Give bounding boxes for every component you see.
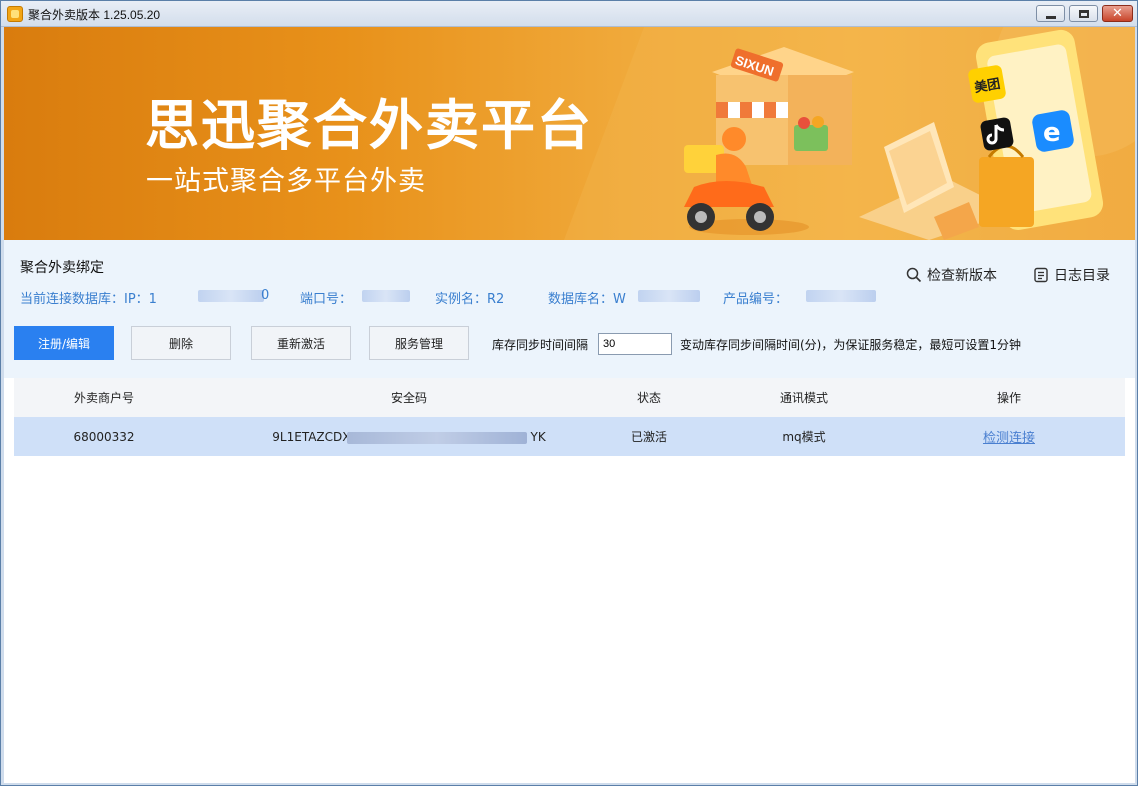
redacted-port bbox=[362, 290, 410, 302]
header-merchant-id: 外卖商户号 bbox=[73, 391, 134, 405]
table-row[interactable]: 68000332 9L1ETAZCDX YK 已激活 mq模式 检测连接 bbox=[14, 417, 1125, 456]
service-manage-button[interactable]: 服务管理 bbox=[369, 326, 469, 360]
search-icon bbox=[906, 267, 922, 283]
close-button[interactable]: ✕ bbox=[1102, 5, 1133, 22]
eleme-app-icon: e bbox=[1032, 110, 1074, 152]
meituan-app-icon: 美团 bbox=[968, 65, 1006, 103]
register-edit-button[interactable]: 注册/编辑 bbox=[14, 326, 114, 360]
window-title: 聚合外卖版本 1.25.05.20 bbox=[28, 8, 161, 22]
check-update-link[interactable]: 检查新版本 bbox=[906, 265, 997, 285]
merchant-table: 外卖商户号 安全码 状态 通讯模式 操作 68000332 9L1ETAZCDX… bbox=[4, 378, 1135, 783]
header-actions: 操作 bbox=[996, 391, 1021, 405]
app-logo-icon bbox=[7, 6, 23, 22]
banner-title: 思迅聚合外卖平台 bbox=[145, 94, 593, 157]
binding-panel: 聚合外卖绑定 检查新版本 日志目录 当前连接数据库：IP：1 0 端口号： 实例… bbox=[4, 240, 1135, 378]
redacted-ip bbox=[198, 290, 264, 302]
sync-interval-hint: 变动库存同步间隔时间(分)，为保证服务稳定，最短可设置1分钟 bbox=[680, 338, 1022, 352]
reactivate-button[interactable]: 重新激活 bbox=[251, 326, 351, 360]
product-code-label: 产品编号： bbox=[723, 292, 789, 307]
status-cell: 已激活 bbox=[630, 430, 667, 444]
database-name-label: 数据库名：W bbox=[548, 292, 626, 307]
security-code-tail: YK bbox=[530, 429, 546, 444]
hero-banner: SIXUN 美团 e 思迅聚合外卖平台 一站式聚合多平台外卖 bbox=[4, 27, 1135, 240]
eleme-badge-text: e bbox=[1043, 118, 1061, 148]
header-status: 状态 bbox=[636, 391, 661, 405]
delete-button[interactable]: 删除 bbox=[131, 326, 231, 360]
security-code-cell: 9L1ETAZCDX YK bbox=[194, 417, 624, 456]
check-update-label: 检查新版本 bbox=[927, 268, 997, 284]
redacted-database-name bbox=[638, 290, 700, 302]
security-code-text: 9L1ETAZCDX YK bbox=[272, 429, 546, 444]
test-connection-link[interactable]: 检测连接 bbox=[983, 427, 1035, 446]
minimize-icon bbox=[1046, 16, 1056, 19]
close-icon: ✕ bbox=[1112, 6, 1123, 21]
security-code-visible: 9L1ETAZCDX bbox=[272, 429, 351, 444]
redacted-product-code bbox=[806, 290, 876, 302]
maximize-button[interactable] bbox=[1069, 5, 1098, 22]
minimize-button[interactable] bbox=[1036, 5, 1065, 22]
merchant-id-cell: 68000332 bbox=[73, 429, 135, 444]
banner-subtitle: 一站式聚合多平台外卖 bbox=[146, 166, 426, 197]
comm-mode-cell: mq模式 bbox=[782, 430, 826, 444]
title-bar: 聚合外卖版本 1.25.05.20 ✕ bbox=[1, 1, 1137, 27]
action-cell: 检测连接 bbox=[919, 417, 1099, 456]
tiktok-app-icon bbox=[980, 117, 1014, 151]
db-ip-label: 当前连接数据库：IP：1 bbox=[20, 292, 157, 307]
redacted-security-code bbox=[347, 431, 528, 444]
log-list-icon bbox=[1034, 267, 1048, 283]
port-label: 端口号： bbox=[300, 292, 353, 307]
log-directory-link[interactable]: 日志目录 bbox=[1033, 265, 1110, 285]
table-header: 外卖商户号 安全码 状态 通讯模式 操作 bbox=[14, 378, 1125, 417]
log-directory-label: 日志目录 bbox=[1054, 268, 1110, 284]
app-window: 聚合外卖版本 1.25.05.20 ✕ SIXUN 美团 e 思迅聚合外卖平台 … bbox=[0, 0, 1138, 786]
binding-section-title: 聚合外卖绑定 bbox=[20, 260, 104, 276]
maximize-icon bbox=[1079, 10, 1089, 18]
sync-interval-label: 库存同步时间间隔 bbox=[492, 338, 589, 352]
sync-interval-input[interactable] bbox=[598, 333, 672, 355]
db-ip-suffix: 0 bbox=[261, 288, 270, 303]
header-comm-mode: 通讯模式 bbox=[779, 391, 828, 405]
instance-label: 实例名：R2 bbox=[435, 292, 505, 307]
header-security-code: 安全码 bbox=[390, 391, 427, 405]
